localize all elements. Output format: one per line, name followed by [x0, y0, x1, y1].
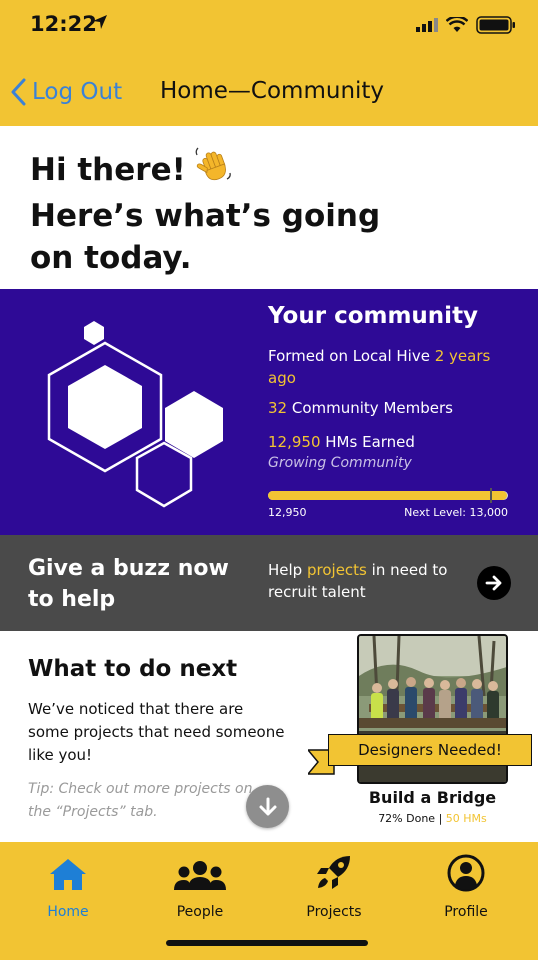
log-out-label: Log Out — [32, 79, 123, 105]
buzz-banner[interactable]: Give a buzz now to help Help projects in… — [0, 535, 538, 631]
level-progress-fill — [268, 491, 508, 500]
tab-people[interactable]: People — [150, 852, 250, 920]
next-tip: Tip: Check out more projects on the “Pro… — [28, 781, 253, 820]
project-meta: 72% Done | 50 HMs — [357, 812, 508, 825]
log-out-button[interactable]: Log Out — [10, 78, 122, 106]
location-arrow-icon — [92, 14, 108, 34]
greeting-heading: Hi there! Here’s what’s going on today. — [30, 146, 430, 279]
community-panel: Your community Formed on Local Hive 2 ye… — [0, 289, 538, 535]
people-icon — [174, 861, 226, 890]
arrow-right-icon — [485, 575, 502, 591]
project-ribbon: Designers Needed! — [328, 734, 532, 766]
project-meta-separator: | — [438, 812, 443, 825]
hive-hexagons-icon — [47, 321, 223, 508]
profile-icon — [447, 854, 485, 892]
greeting-line-3: on today. — [30, 240, 192, 276]
signal-icon — [416, 18, 438, 32]
next-body: We’ve noticed that there are some projec… — [28, 700, 285, 764]
project-done: 72% Done — [378, 812, 436, 825]
project-name[interactable]: Build a Bridge — [357, 788, 508, 807]
battery-icon — [476, 16, 515, 34]
home-icon — [50, 859, 86, 890]
community-status: Growing Community — [268, 455, 412, 471]
tab-projects[interactable]: Projects — [284, 852, 384, 920]
arrow-down-icon — [259, 797, 276, 815]
greeting-line-1: Hi there! — [30, 152, 186, 188]
projects-link[interactable]: projects — [307, 561, 367, 579]
tab-profile[interactable]: Profile — [416, 852, 516, 920]
rocket-icon — [317, 856, 350, 889]
level-progress-marker — [490, 488, 492, 503]
community-members: 32 Community Members — [268, 399, 453, 417]
progress-current: 12,950 — [268, 506, 307, 519]
status-icons — [416, 16, 516, 34]
page-title: Home—Community — [160, 78, 385, 104]
progress-next-level: Next Level: 13,000 — [404, 506, 508, 519]
community-title: Your community — [268, 303, 479, 329]
buzz-arrow-button[interactable] — [477, 566, 511, 600]
project-hms: 50 HMs — [445, 812, 487, 825]
community-formed: Formed on Local Hive 2 years ago — [268, 347, 491, 387]
scroll-down-button[interactable] — [246, 785, 289, 828]
buzz-title: Give a buzz now to help — [28, 556, 229, 612]
waving-hand-icon — [194, 146, 232, 195]
next-title: What to do next — [28, 656, 238, 682]
home-indicator — [166, 940, 368, 946]
buzz-text: Help projects in need to recruit talent — [268, 561, 448, 601]
community-hms: 12,950 HMs Earned — [268, 433, 415, 451]
status-time: 12:22 — [30, 12, 97, 36]
wifi-icon — [446, 17, 468, 32]
level-progress-bar — [268, 488, 508, 503]
greeting-line-2: Here’s what’s going — [30, 198, 381, 234]
top-bar: 12:22 Log Out Home—Community — [0, 0, 538, 126]
chevron-left-icon — [11, 78, 26, 106]
tab-home[interactable]: Home — [18, 852, 118, 920]
